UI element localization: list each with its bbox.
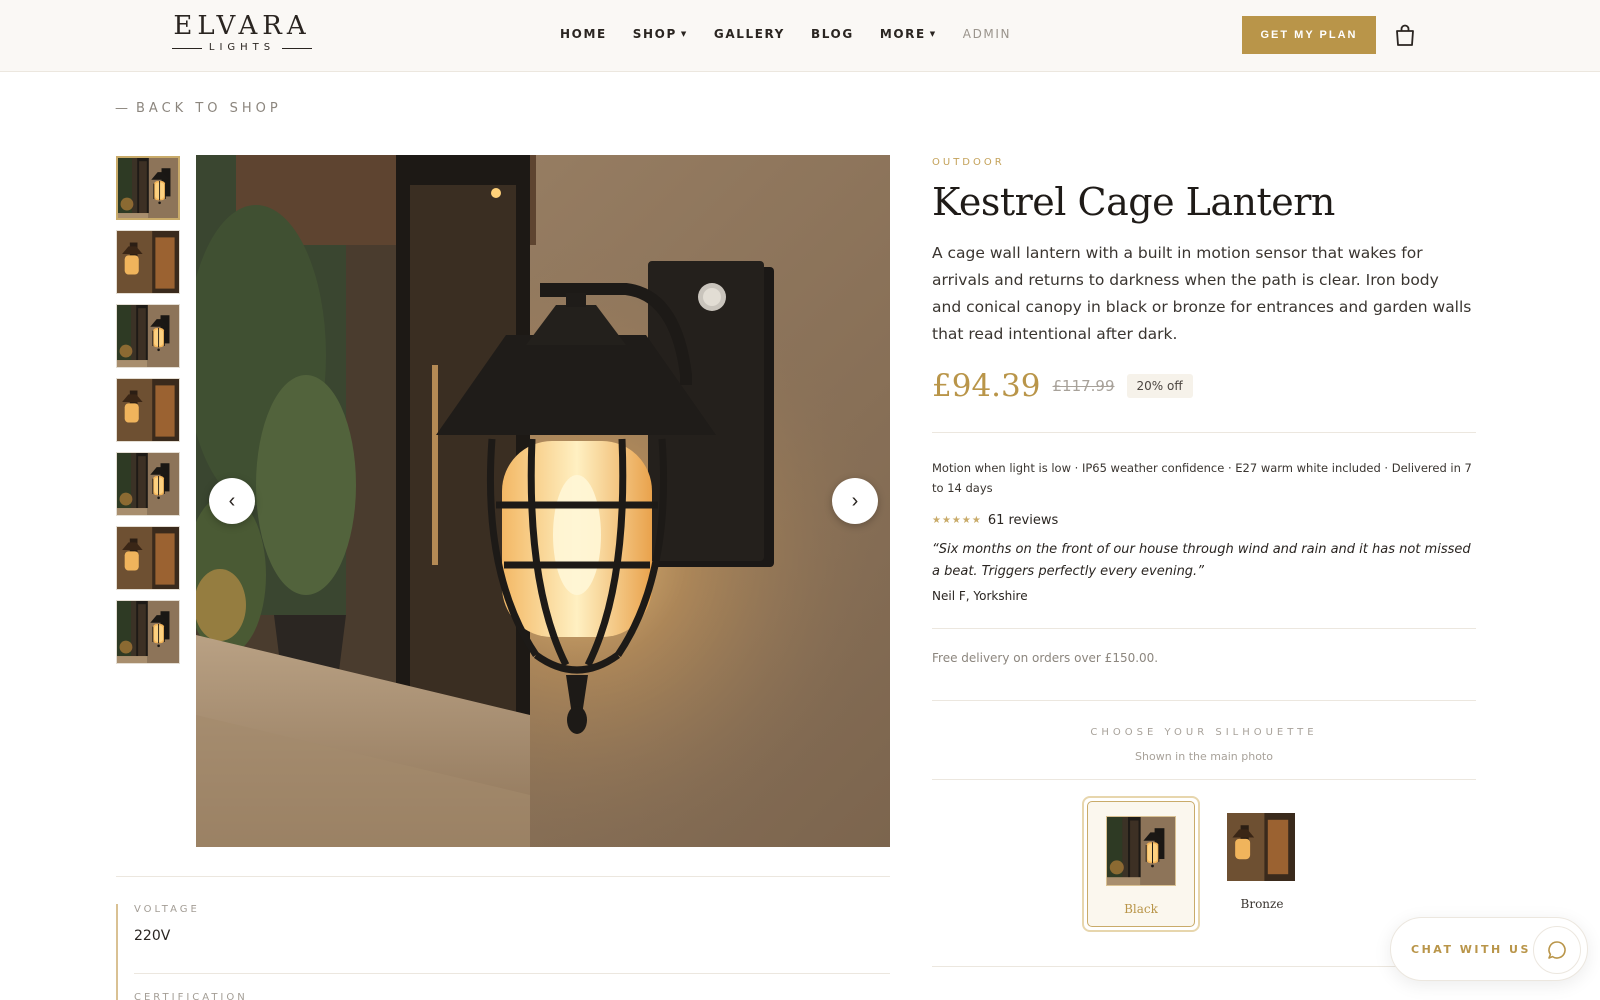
chat-widget[interactable]: CHAT WITH US (1390, 917, 1588, 981)
main-nav: HOME SHOP ▼ GALLERY BLOG MORE ▼ ADMIN (560, 27, 1011, 41)
thumbnail-1[interactable] (116, 156, 180, 220)
thumbnail-4[interactable] (116, 378, 180, 442)
spec-voltage-label: VOLTAGE (134, 904, 200, 915)
thumbnail-image (117, 305, 180, 368)
nav-admin-label: ADMIN (962, 27, 1012, 41)
logo-wordmark: ELVARA (173, 11, 311, 41)
brand-logo[interactable]: ELVARA LIGHTS (170, 12, 314, 54)
nav-blog[interactable]: BLOG (811, 27, 854, 41)
rating-summary[interactable]: ★★★★★ 61 reviews (932, 513, 1058, 528)
silhouette-option-bronze[interactable]: Bronze (1227, 813, 1297, 913)
divider (932, 779, 1476, 780)
swatch-label: Bronze (1240, 897, 1284, 911)
section-divider (116, 876, 890, 877)
swatch-image (1106, 816, 1176, 886)
product-title: Kestrel Cage Lantern (932, 180, 1335, 224)
get-my-plan-button[interactable]: GET MY PLAN (1242, 16, 1376, 54)
logo-tagline: LIGHTS (170, 42, 314, 54)
nav-home[interactable]: HOME (560, 27, 607, 41)
testimonial-author: Neil F, Yorkshire (932, 589, 1028, 603)
product-category[interactable]: OUTDOOR (932, 157, 1005, 168)
chevron-right-icon: › (851, 489, 859, 512)
caret-down-icon: ▼ (680, 30, 688, 38)
current-price: £94.39 (932, 368, 1041, 404)
spec-certification-label: CERTIFICATION (134, 992, 248, 1000)
silhouette-subheading: Shown in the main photo (1135, 750, 1273, 763)
spec-divider (134, 973, 890, 974)
previous-image-button[interactable]: ‹ (209, 478, 255, 524)
spec-list: VOLTAGE 220V CERTIFICATION (116, 904, 890, 1000)
product-description: A cage wall lantern with a built in moti… (932, 244, 1472, 343)
product-photo-image (196, 155, 890, 847)
divider (932, 628, 1476, 629)
back-to-shop-label: BACK TO SHOP (136, 101, 282, 116)
nav-gallery-label: GALLERY (713, 27, 785, 41)
thumbnail-image (117, 601, 180, 664)
nav-gallery[interactable]: GALLERY (714, 27, 785, 41)
swatch-card: Black (1087, 801, 1195, 927)
nav-blog-label: BLOG (810, 27, 854, 41)
silhouette-option-black[interactable]: Black (1082, 796, 1200, 932)
swatch-label: Black (1124, 902, 1158, 916)
nav-home-label: HOME (560, 27, 607, 41)
silhouette-heading: CHOOSE YOUR SILHOUETTE (1090, 727, 1318, 738)
review-count: 61 reviews (987, 513, 1059, 528)
spec-voltage-value: 220V (134, 928, 171, 944)
nav-shop-label: SHOP (632, 27, 677, 41)
chat-label: CHAT WITH US (1411, 943, 1531, 956)
thumbnail-image (117, 231, 180, 294)
thumbnail-strip (116, 156, 180, 674)
thumbnail-5[interactable] (116, 452, 180, 516)
back-to-shop-link[interactable]: — BACK TO SHOP (115, 101, 282, 116)
thumbnail-2[interactable] (116, 230, 180, 294)
nav-admin[interactable]: ADMIN (963, 27, 1011, 41)
arrow-left-icon: — (115, 101, 128, 116)
star-rating-icon: ★★★★★ (932, 515, 982, 526)
thumbnail-image (118, 158, 180, 220)
shopping-bag-icon[interactable] (1394, 23, 1416, 47)
chevron-left-icon: ‹ (228, 489, 236, 512)
nav-shop[interactable]: SHOP ▼ (633, 27, 688, 41)
thumbnail-image (117, 527, 180, 590)
swatch-image (1227, 813, 1295, 881)
divider (932, 432, 1476, 433)
caret-down-icon: ▼ (929, 30, 937, 38)
main-product-photo: ‹ › (196, 155, 890, 847)
thumbnail-image (117, 379, 180, 442)
thumbnail-3[interactable] (116, 304, 180, 368)
nav-more-label: MORE (879, 27, 926, 41)
discount-badge: 20% off (1126, 374, 1193, 398)
site-header: ELVARA LIGHTS HOME SHOP ▼ GALLERY BLOG MO… (0, 0, 1600, 72)
thumbnail-image (117, 453, 180, 516)
original-price: £117.99 (1052, 377, 1115, 395)
thumbnail-6[interactable] (116, 526, 180, 590)
next-image-button[interactable]: › (832, 478, 878, 524)
feature-list: Motion when light is low · IP65 weather … (932, 461, 1472, 495)
nav-more[interactable]: MORE ▼ (880, 27, 937, 41)
testimonial-quote: “Six months on the front of our house th… (932, 542, 1471, 579)
thumbnail-7[interactable] (116, 600, 180, 664)
price-row: £94.39 £117.99 20% off (932, 368, 1193, 404)
divider (932, 700, 1476, 701)
delivery-note: Free delivery on orders over £150.00. (932, 651, 1159, 665)
chat-bubble-icon[interactable] (1533, 926, 1581, 974)
